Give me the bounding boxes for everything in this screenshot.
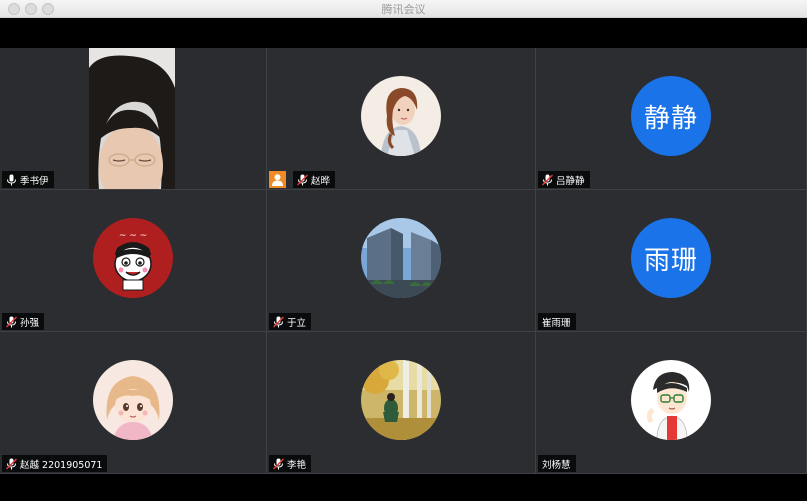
participant-tile[interactable]: 刘杨慧: [536, 332, 807, 474]
participant-tile[interactable]: 赵晔: [267, 48, 536, 190]
svg-text:~ ~ ~: ~ ~ ~: [119, 231, 147, 241]
window-titlebar: 腾讯会议: [0, 0, 807, 18]
mic-muted-icon: [297, 174, 308, 186]
text-avatar: 静静: [631, 76, 711, 156]
meeting-bottom-bar: [0, 474, 807, 501]
participant-nametag: 刘杨慧: [538, 455, 576, 472]
participant-name: 于立: [287, 317, 307, 329]
mic-muted-icon: [6, 458, 17, 470]
participant-name: 孙强: [20, 317, 40, 329]
participant-name: 赵越 2201905071: [20, 459, 103, 471]
avatar-buildings-sky: [361, 218, 441, 298]
participant-name: 崔雨珊: [542, 317, 571, 329]
participant-nametag: 赵晔: [269, 171, 336, 188]
avatar-anime-girl: [93, 360, 173, 440]
participant-tile[interactable]: ~ ~ ~ 孙强: [0, 190, 267, 332]
participant-tile[interactable]: 李艳: [267, 332, 536, 474]
participant-tile[interactable]: 赵越 2201905071: [0, 332, 267, 474]
avatar-illustrated-woman: [361, 76, 441, 156]
participant-name: 季书伊: [20, 175, 49, 187]
participant-tile[interactable]: 静静 吕静静: [536, 48, 807, 190]
window-title: 腾讯会议: [381, 3, 426, 16]
participant-name: 吕静静: [556, 175, 585, 187]
mic-muted-icon: [273, 458, 284, 470]
avatar-autumn-photo: [361, 360, 441, 440]
participant-nametag: 季书伊: [2, 171, 54, 188]
participant-nametag: 李艳: [269, 455, 312, 472]
participant-grid: 季书伊 赵晔 静静 吕静静 ~ ~ ~ 孙强 于立 雨珊 崔雨珊 赵越 2201…: [0, 48, 807, 474]
meeting-top-bar: [0, 18, 807, 48]
participant-nametag: 崔雨珊: [538, 313, 576, 330]
host-user-icon: [269, 171, 286, 188]
text-avatar: 雨珊: [631, 218, 711, 298]
mic-muted-icon: [273, 316, 284, 328]
participant-tile[interactable]: 于立: [267, 190, 536, 332]
participant-tile[interactable]: 季书伊: [0, 48, 267, 190]
participant-nametag: 吕静静: [538, 171, 590, 188]
participant-name: 李艳: [287, 459, 307, 471]
camera-feed: [89, 48, 175, 189]
participant-tile[interactable]: 雨珊 崔雨珊: [536, 190, 807, 332]
mic-on-icon: [6, 174, 17, 186]
mic-muted-icon: [6, 316, 17, 328]
mic-muted-icon: [542, 174, 553, 186]
participant-nametag: 赵越 2201905071: [2, 455, 108, 472]
avatar-cartoon-boy-red: ~ ~ ~: [93, 218, 173, 298]
avatar-cartoon-boy-glasses: [631, 360, 711, 440]
participant-nametag: 孙强: [2, 313, 45, 330]
participant-name: 赵晔: [311, 175, 331, 187]
participant-name: 刘杨慧: [542, 459, 571, 471]
participant-nametag: 于立: [269, 313, 312, 330]
